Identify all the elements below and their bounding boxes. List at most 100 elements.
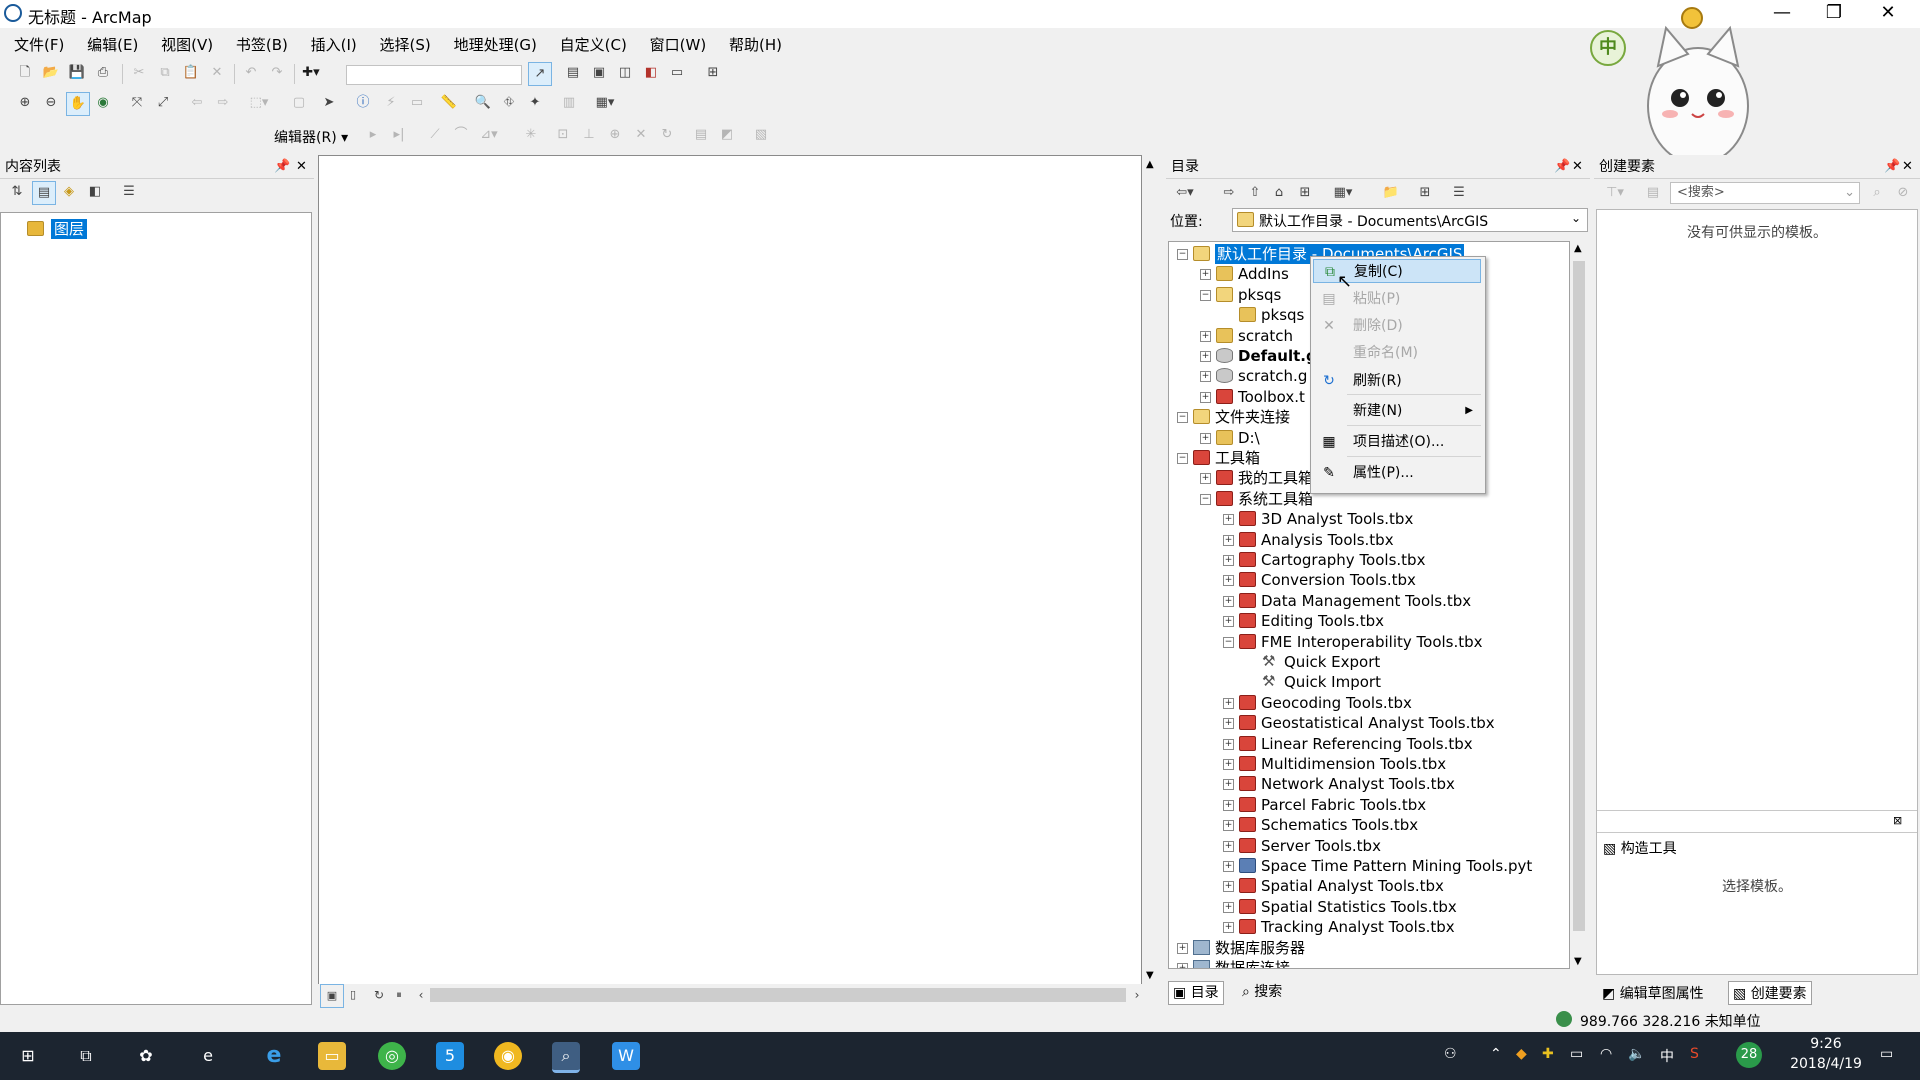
- expand-icon[interactable]: +: [1223, 534, 1234, 546]
- wifi-icon[interactable]: ◠: [1600, 1046, 1612, 1062]
- back-extent-icon[interactable]: ⇦: [186, 92, 208, 114]
- map-vertical-scrollbar[interactable]: ▲ ▼: [1143, 155, 1160, 985]
- context-menu-item[interactable]: 新建(N) ▶: [1313, 399, 1481, 423]
- expand-icon[interactable]: +: [1223, 840, 1234, 852]
- editor-menu-button[interactable]: 编辑器(R) ▾: [274, 127, 348, 147]
- identify-icon[interactable]: ⓘ: [352, 92, 374, 114]
- options-icon[interactable]: ☰: [1448, 182, 1470, 204]
- tab-search[interactable]: ⌕ 搜索: [1238, 981, 1286, 1003]
- tab-create-features[interactable]: ▧ 创建要素: [1728, 981, 1812, 1005]
- create-features-icon[interactable]: ▧: [750, 124, 772, 146]
- open-folder-icon[interactable]: 📂: [40, 62, 62, 84]
- options-icon[interactable]: ☰: [118, 181, 140, 203]
- edit-tool-icon[interactable]: ▸: [362, 124, 384, 146]
- tree-node[interactable]: + Cartography Tools.tbx: [1169, 550, 1569, 570]
- expand-icon[interactable]: +: [1177, 942, 1188, 954]
- views-icon[interactable]: ▦▾: [1332, 182, 1354, 204]
- tray-app-icon[interactable]: ◆: [1516, 1046, 1527, 1062]
- ie-browser-icon[interactable]: e: [194, 1042, 222, 1070]
- expand-icon[interactable]: +: [1223, 759, 1234, 770]
- arctoolbox-icon[interactable]: ◧: [640, 62, 662, 84]
- layout-view-icon[interactable]: ▯: [342, 984, 364, 1006]
- tree-node[interactable]: +3D Analyst Tools.tbx: [1169, 509, 1569, 529]
- menu-bookmarks[interactable]: 书签(B): [227, 30, 297, 59]
- expand-icon[interactable]: +: [1223, 881, 1234, 893]
- clear-selection-icon[interactable]: ▢: [288, 92, 310, 114]
- expand-icon[interactable]: +: [1200, 269, 1211, 281]
- attributes-icon[interactable]: ▤: [690, 124, 712, 146]
- search-icon[interactable]: ⌕: [1866, 182, 1888, 204]
- menu-insert[interactable]: 插入(I): [302, 30, 366, 59]
- add-data-icon[interactable]: ✚▾: [300, 62, 322, 84]
- expand-icon[interactable]: +: [1200, 473, 1211, 485]
- collapse-icon[interactable]: −: [1177, 249, 1188, 260]
- fixed-zoom-out-icon[interactable]: ⤢: [152, 92, 174, 114]
- tray-chevron-up-icon[interactable]: ⌃: [1490, 1046, 1502, 1062]
- tray-plus-icon[interactable]: ✚: [1542, 1046, 1554, 1062]
- clock-date[interactable]: 2018/4/19: [1776, 1056, 1876, 1072]
- tree-node[interactable]: + Multidimension Tools.tbx: [1169, 754, 1569, 774]
- app-icon-1[interactable]: ✿: [132, 1042, 160, 1070]
- tree-node[interactable]: + Linear Referencing Tools.tbx: [1169, 734, 1569, 754]
- clock-time[interactable]: 9:26: [1796, 1036, 1856, 1052]
- scroll-down-icon[interactable]: ▼: [1146, 970, 1154, 981]
- close-icon[interactable]: ✕: [296, 155, 307, 179]
- action-center-icon[interactable]: ▭: [1880, 1046, 1893, 1062]
- search-window-icon[interactable]: ◫: [614, 62, 636, 84]
- collapse-icon[interactable]: −: [1177, 453, 1188, 464]
- refresh-view-icon[interactable]: ↻: [368, 984, 390, 1006]
- collapse-icon[interactable]: −: [1223, 636, 1234, 648]
- tree-node[interactable]: + Schematics Tools.tbx: [1169, 815, 1569, 835]
- scroll-right-icon[interactable]: ›: [1126, 984, 1148, 1006]
- save-icon[interactable]: 💾: [66, 62, 88, 84]
- close-window-button[interactable]: ✕: [1862, 0, 1914, 28]
- expand-icon[interactable]: +: [1200, 330, 1211, 342]
- chrome-icon[interactable]: ◉: [494, 1042, 522, 1070]
- connect-to-folder-icon[interactable]: 📁: [1380, 182, 1402, 204]
- clear-search-icon[interactable]: ⊘: [1892, 182, 1914, 204]
- menu-customize[interactable]: 自定义(C): [551, 30, 636, 59]
- template-view-icon[interactable]: ▤: [1642, 182, 1664, 204]
- close-icon[interactable]: ✕: [1572, 155, 1583, 179]
- edit-vertices-icon[interactable]: ⊡: [552, 124, 574, 146]
- expand-icon[interactable]: +: [1223, 799, 1234, 811]
- map-view[interactable]: [318, 155, 1142, 1005]
- tree-node[interactable]: ⚒ Quick Export: [1169, 652, 1569, 672]
- list-by-selection-icon[interactable]: ◧: [84, 181, 106, 203]
- expand-icon[interactable]: +: [1223, 901, 1234, 913]
- chevron-down-icon[interactable]: ⌄: [1571, 211, 1581, 225]
- expand-icon[interactable]: +: [1223, 555, 1234, 566]
- model-builder-icon[interactable]: ⊞: [702, 62, 724, 84]
- expand-icon[interactable]: +: [1223, 922, 1234, 934]
- find-icon[interactable]: 🔍: [472, 92, 494, 114]
- context-menu-item[interactable]: ▦ 项目描述(O)...: [1313, 430, 1481, 454]
- expand-icon[interactable]: +: [1223, 738, 1234, 750]
- expand-icon[interactable]: +: [1223, 779, 1234, 791]
- menu-view[interactable]: 视图(V): [152, 30, 222, 59]
- print-icon[interactable]: ⎙: [92, 62, 114, 84]
- pin-icon[interactable]: 📌: [274, 155, 290, 179]
- collapse-icon[interactable]: −: [1200, 289, 1211, 301]
- zoom-out-icon[interactable]: ⊖: [40, 92, 62, 114]
- end-point-arc-icon[interactable]: ⌒: [450, 124, 472, 146]
- minimize-button[interactable]: —: [1756, 0, 1808, 28]
- copy-icon[interactable]: ⧉: [154, 62, 176, 84]
- tree-node[interactable]: − FME Interoperability Tools.tbx: [1169, 632, 1569, 652]
- expand-icon[interactable]: +: [1223, 697, 1234, 709]
- measure-icon[interactable]: 📏: [438, 92, 460, 114]
- menu-edit[interactable]: 编辑(E): [78, 30, 147, 59]
- arcmap-taskbar-icon[interactable]: ⌕: [552, 1042, 580, 1073]
- collapse-icon[interactable]: ⊠: [1893, 814, 1902, 827]
- forward-extent-icon[interactable]: ⇨: [212, 92, 234, 114]
- cut-polygons-icon[interactable]: ⊕: [604, 124, 626, 146]
- app-icon-green[interactable]: ◎: [378, 1042, 406, 1070]
- context-menu-item[interactable]: ✎ 属性(P)...: [1313, 461, 1481, 485]
- map-horizontal-scrollbar-thumb[interactable]: [430, 988, 1126, 1002]
- python-window-icon[interactable]: ▭: [666, 62, 688, 84]
- expand-icon[interactable]: +: [1200, 351, 1211, 362]
- straight-segment-icon[interactable]: ⟋: [424, 124, 446, 146]
- tree-node[interactable]: + Spatial Statistics Tools.tbx: [1169, 897, 1569, 917]
- delete-icon[interactable]: ✕: [206, 62, 228, 84]
- tree-node[interactable]: + Geostatistical Analyst Tools.tbx: [1169, 713, 1569, 733]
- editor-toolbar-toggle-icon[interactable]: ↗: [528, 62, 552, 86]
